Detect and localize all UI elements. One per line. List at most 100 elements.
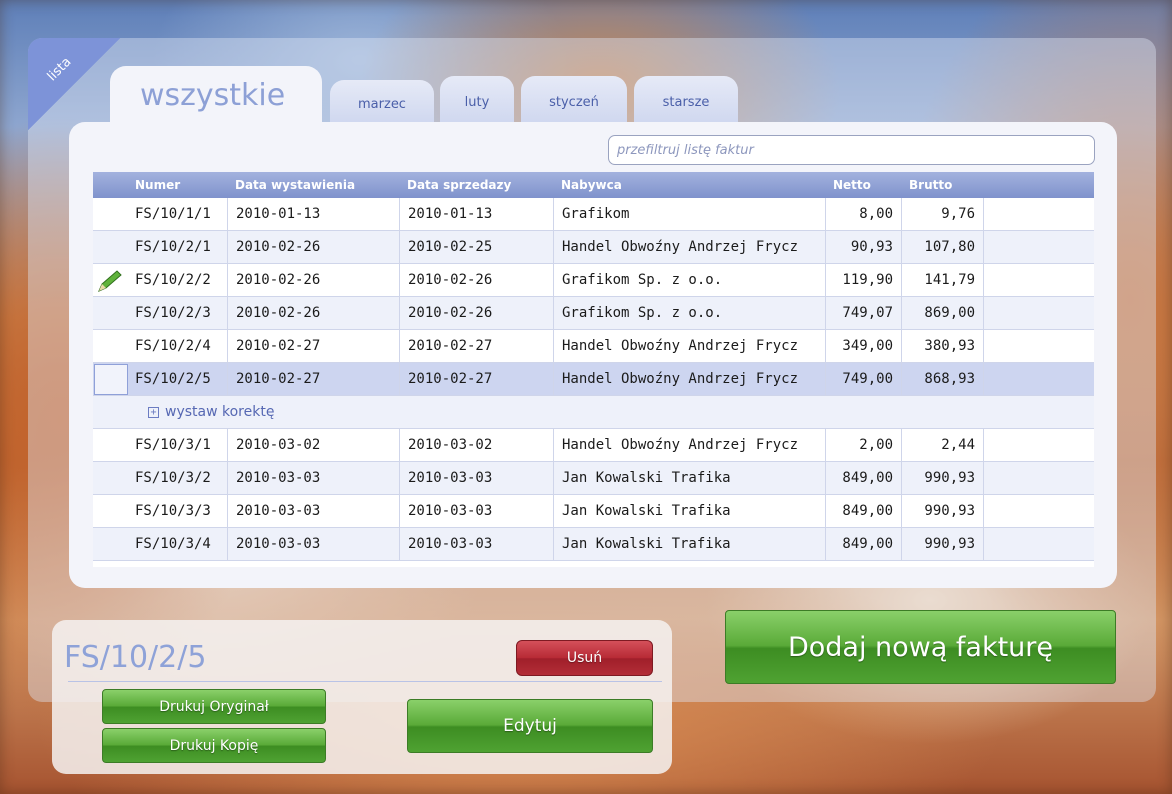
column-header-data-sprzedazy[interactable]: Data sprzedazy bbox=[399, 172, 553, 198]
table-cell: Grafikom Sp. z o.o. bbox=[553, 297, 825, 329]
table-cell: 2010-03-03 bbox=[227, 495, 399, 527]
issue-correction-label: wystaw korektę bbox=[165, 404, 275, 420]
tab-label: styczeń bbox=[549, 95, 599, 110]
delete-button[interactable]: Usuń bbox=[516, 640, 653, 676]
table-cell: 107,80 bbox=[901, 231, 983, 263]
corner-ribbon bbox=[28, 38, 120, 130]
tab-label: luty bbox=[464, 95, 490, 110]
table-cell: Grafikom Sp. z o.o. bbox=[553, 264, 825, 296]
edit-button[interactable]: Edytuj bbox=[407, 699, 653, 753]
table-row[interactable]: FS/10/2/2 2010-02-26 2010-02-26 Grafikom Sp… bbox=[93, 264, 1094, 297]
table-cell-empty bbox=[983, 429, 1094, 461]
table-row[interactable]: FS/10/2/5 2010-02-27 2010-02-27 Handel Obwo… bbox=[93, 363, 1094, 396]
table-cell: 2010-02-25 bbox=[399, 231, 553, 263]
table-cell: FS/10/3/1 bbox=[135, 437, 211, 453]
table-cell: 2010-02-27 bbox=[227, 363, 399, 395]
table-cell: FS/10/3/3 bbox=[135, 503, 211, 519]
table-cell: 2010-02-26 bbox=[227, 231, 399, 263]
tab-marzec[interactable]: marzec bbox=[330, 80, 434, 124]
column-header-nabywca[interactable]: Nabywca bbox=[553, 172, 825, 198]
table-cell: Grafikom bbox=[553, 198, 825, 230]
table-cell: 9,76 bbox=[901, 198, 983, 230]
table-cell: 2010-02-26 bbox=[399, 297, 553, 329]
detail-divider bbox=[68, 681, 662, 682]
table-cell: 8,00 bbox=[825, 198, 901, 230]
table-cell: 141,79 bbox=[901, 264, 983, 296]
table-cell: 119,90 bbox=[825, 264, 901, 296]
table-cell: FS/10/2/2 bbox=[135, 272, 211, 288]
table-row[interactable]: FS/10/3/3 2010-03-03 2010-03-03 Jan Kowalsk… bbox=[93, 495, 1094, 528]
column-header-netto[interactable]: Netto bbox=[825, 172, 901, 198]
table-row[interactable]: FS/10/2/1 2010-02-26 2010-02-25 Handel Obwo… bbox=[93, 231, 1094, 264]
table-cell: FS/10/3/2 bbox=[135, 470, 211, 486]
table-cell: 849,00 bbox=[825, 495, 901, 527]
add-invoice-button[interactable]: Dodaj nową fakturę bbox=[725, 610, 1116, 684]
tab-label: starsze bbox=[662, 95, 710, 110]
table-header: Numer Data wystawienia Data sprzedazy Na… bbox=[93, 172, 1094, 198]
table-cell: Jan Kowalski Trafika bbox=[553, 528, 825, 560]
table-cell: FS/10/1/1 bbox=[135, 206, 211, 222]
selected-invoice-number: FS/10/2/5 bbox=[64, 640, 207, 675]
table-cell: Handel Obwoźny Andrzej Frycz bbox=[553, 429, 825, 461]
invoice-table: Numer Data wystawienia Data sprzedazy Na… bbox=[93, 172, 1094, 567]
table-row[interactable]: FS/10/3/4 2010-03-03 2010-03-03 Jan Kowalsk… bbox=[93, 528, 1094, 561]
table-cell: 990,93 bbox=[901, 528, 983, 560]
table-cell: Jan Kowalski Trafika bbox=[553, 495, 825, 527]
column-header-data-wystawienia[interactable]: Data wystawienia bbox=[227, 172, 399, 198]
print-original-button[interactable]: Drukuj Oryginał bbox=[102, 689, 326, 724]
table-row[interactable]: FS/10/2/3 2010-02-26 2010-02-26 Grafikom Sp… bbox=[93, 297, 1094, 330]
issue-correction-link[interactable]: + wystaw korektę bbox=[148, 396, 274, 428]
table-cell: 2010-03-03 bbox=[399, 462, 553, 494]
print-copy-button[interactable]: Drukuj Kopię bbox=[102, 728, 326, 763]
table-cell: 2010-03-02 bbox=[399, 429, 553, 461]
table-cell-empty bbox=[983, 297, 1094, 329]
table-cell: 2010-03-03 bbox=[399, 528, 553, 560]
table-cell: 2010-01-13 bbox=[227, 198, 399, 230]
table-cell: 2010-02-27 bbox=[399, 363, 553, 395]
column-header-numer[interactable]: Numer bbox=[127, 172, 227, 198]
table-cell: 2010-02-26 bbox=[399, 264, 553, 296]
table-cell: 849,00 bbox=[825, 528, 901, 560]
table-row[interactable]: FS/10/2/4 2010-02-27 2010-02-27 Handel Obwo… bbox=[93, 330, 1094, 363]
table-cell-empty bbox=[983, 462, 1094, 494]
table-cell: 2010-02-27 bbox=[399, 330, 553, 362]
table-cell: FS/10/2/5 bbox=[135, 371, 211, 387]
table-cell: 2010-03-03 bbox=[227, 462, 399, 494]
table-cell: 2010-03-03 bbox=[399, 495, 553, 527]
table-cell-empty bbox=[983, 330, 1094, 362]
tab-luty[interactable]: luty bbox=[440, 76, 514, 124]
table-cell-empty bbox=[983, 363, 1094, 395]
table-cell-empty bbox=[983, 495, 1094, 527]
tab-styczen[interactable]: styczeń bbox=[521, 76, 627, 124]
tab-label: marzec bbox=[358, 97, 406, 112]
table-cell: 2010-02-26 bbox=[227, 264, 399, 296]
table-cell: Handel Obwoźny Andrzej Frycz bbox=[553, 363, 825, 395]
row-selection-checkbox[interactable] bbox=[94, 364, 128, 395]
table-cell-empty bbox=[983, 231, 1094, 263]
table-cell: 868,93 bbox=[901, 363, 983, 395]
table-cell-empty bbox=[983, 198, 1094, 230]
tab-starsze[interactable]: starsze bbox=[634, 76, 738, 124]
table-cell: FS/10/2/4 bbox=[135, 338, 211, 354]
table-cell: 749,07 bbox=[825, 297, 901, 329]
table-cell: 2010-01-13 bbox=[399, 198, 553, 230]
column-header-brutto[interactable]: Brutto bbox=[901, 172, 983, 198]
table-cell: 849,00 bbox=[825, 462, 901, 494]
table-cell: 869,00 bbox=[901, 297, 983, 329]
table-cell-empty bbox=[983, 264, 1094, 296]
pencil-icon[interactable] bbox=[95, 268, 125, 294]
table-cell-empty bbox=[983, 528, 1094, 560]
table-cell: FS/10/2/3 bbox=[135, 305, 211, 321]
table-row[interactable]: FS/10/3/1 2010-03-02 2010-03-02 Handel Obwo… bbox=[93, 429, 1094, 462]
table-cell: FS/10/3/4 bbox=[135, 536, 211, 552]
row-actions: + wystaw korektę bbox=[93, 396, 1094, 429]
table-cell: 990,93 bbox=[901, 462, 983, 494]
table-cell: 749,00 bbox=[825, 363, 901, 395]
table-cell: 2010-02-26 bbox=[227, 297, 399, 329]
table-cell: Handel Obwoźny Andrzej Frycz bbox=[553, 231, 825, 263]
filter-input[interactable] bbox=[608, 135, 1095, 165]
table-row[interactable]: FS/10/1/1 2010-01-13 2010-01-13 Grafikom 8,0… bbox=[93, 198, 1094, 231]
table-row[interactable]: FS/10/3/2 2010-03-03 2010-03-03 Jan Kowalsk… bbox=[93, 462, 1094, 495]
table-cell: Handel Obwoźny Andrzej Frycz bbox=[553, 330, 825, 362]
table-cell: Jan Kowalski Trafika bbox=[553, 462, 825, 494]
